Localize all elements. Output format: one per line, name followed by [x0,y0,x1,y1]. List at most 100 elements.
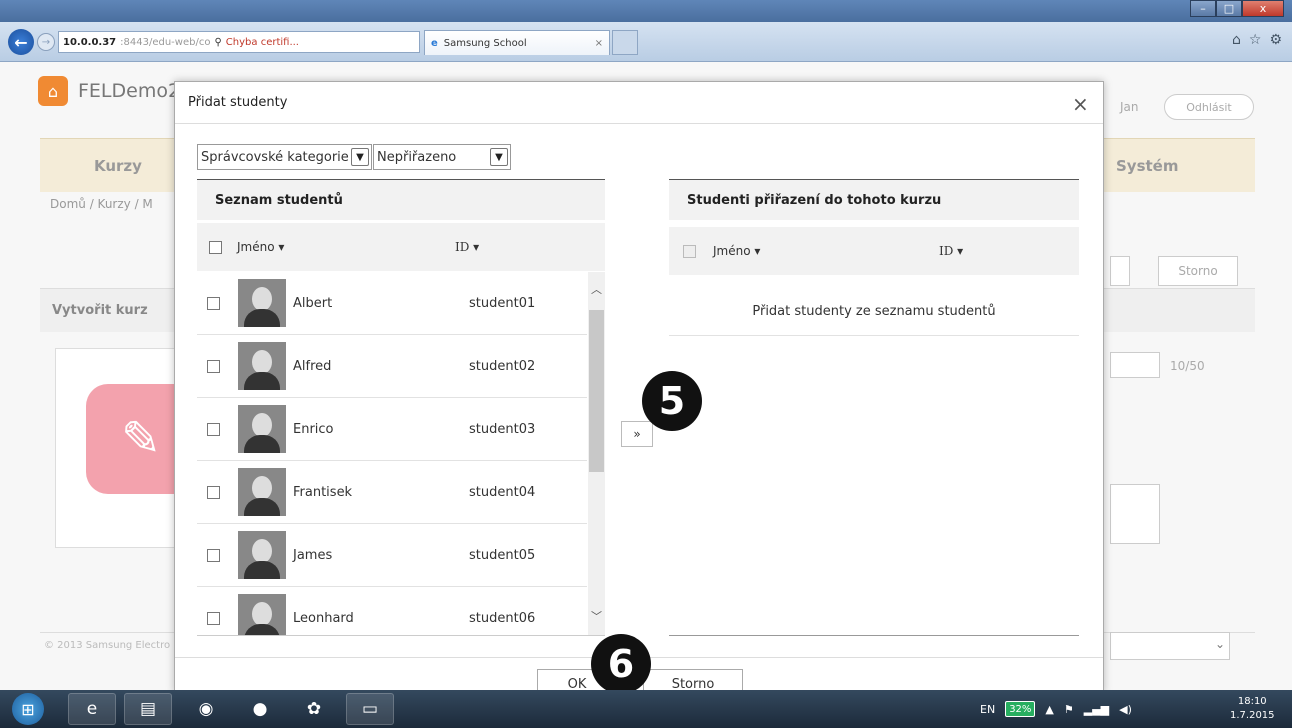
back-button[interactable]: ← [8,29,34,55]
student-checkbox[interactable] [207,423,220,436]
browser-tab[interactable]: e Samsung School × [424,30,610,55]
ie-icon: e [431,37,438,49]
windows-taskbar: ⊞ e ▤ ◉ ● ✿ ▭ EN 32% ▲ ⚑ ▂▄▆ ◀) 18:10 1.… [0,690,1292,728]
explorer-taskbar-icon[interactable]: ▤ [124,693,172,725]
menu-system[interactable]: Systém [1116,157,1178,175]
brand-name: FELDemo2 [78,80,181,102]
maximize-button[interactable]: □ [1216,0,1242,17]
copyright: © 2013 Samsung Electro [44,640,171,651]
student-id: student01 [469,296,536,311]
move-to-course-button[interactable]: » [621,421,653,447]
tab-close-icon[interactable]: × [595,38,603,49]
step-5-marker: 5 [642,371,702,431]
clock[interactable]: 18:10 1.7.2015 [1230,695,1275,723]
battery-indicator[interactable]: 32% [1005,701,1036,717]
media-player-taskbar-icon[interactable]: ✿ [290,693,338,725]
student-checkbox[interactable] [207,486,220,499]
id-column-header[interactable]: ID ▾ [939,244,963,258]
background-input [1110,352,1160,378]
student-row[interactable]: Frantisek student04 [197,461,587,524]
student-name: Alfred [293,359,332,374]
background-select: ⌄ [1110,632,1230,660]
left-panel-title: Seznam studentů [215,192,343,208]
new-tab-button[interactable] [612,30,638,55]
background-storno-button: Storno [1158,256,1238,286]
left-panel-bottom [197,635,605,636]
scrollbar-thumb[interactable] [589,310,604,472]
home-icon[interactable]: ⌂ [1232,32,1241,48]
tray-arrow-icon[interactable]: ▲ [1045,703,1053,716]
student-row[interactable]: Albert student01 [197,272,587,335]
section-title: Vytvořit kurz [52,303,148,318]
student-avatar [238,342,286,390]
student-row[interactable]: Alfred student02 [197,335,587,398]
student-row[interactable]: James student05 [197,524,587,587]
student-id: student02 [469,359,536,374]
tab-title: Samsung School [443,37,527,49]
student-checkbox[interactable] [207,297,220,310]
select-all-checkbox[interactable] [209,241,222,254]
forward-button[interactable]: → [37,33,55,51]
student-checkbox[interactable] [207,549,220,562]
student-name: Frantisek [293,485,353,500]
ie-taskbar-icon[interactable]: e [68,693,116,725]
window-taskbar-icon[interactable]: ▭ [346,693,394,725]
chevron-down-icon: ⌄ [1214,637,1225,651]
add-students-dialog: Přidat studenty × Správcovské kategorie … [174,81,1104,693]
chrome-taskbar-icon[interactable]: ◉ [182,693,230,725]
student-avatar [238,468,286,516]
student-checkbox[interactable] [207,360,220,373]
clock-time: 18:10 [1237,696,1267,707]
category-select[interactable]: Správcovské kategorie ▼ [197,144,372,170]
certificate-error[interactable]: Chyba certifi... [226,37,299,48]
name-column-header[interactable]: Jméno ▾ [713,244,760,258]
clock-date: 1.7.2015 [1230,710,1275,721]
close-icon[interactable]: × [1072,92,1089,116]
chevron-down-icon[interactable]: ▼ [490,148,508,166]
language-indicator[interactable]: EN [980,703,995,716]
right-panel-title: Studenti přiřazení do tohoto kurzu [687,192,942,208]
student-avatar [238,531,286,579]
student-row[interactable]: Leonhard student06 [197,587,587,636]
assignment-filter-select[interactable]: Nepřiřazeno ▼ [373,144,511,170]
student-checkbox[interactable] [207,612,220,625]
favorites-star-icon[interactable]: ☆ [1249,32,1262,48]
logout-button[interactable]: Odhlásit [1164,94,1254,120]
right-column-header: Jméno ▾ ID ▾ [669,227,1079,275]
student-id: student05 [469,548,536,563]
select-all-assigned-checkbox[interactable] [683,245,696,258]
chevron-up-icon[interactable]: ︿ [588,280,605,297]
system-tray: EN 32% ▲ ⚑ ▂▄▆ ◀) [980,690,1132,728]
name-column-header[interactable]: Jméno ▾ [237,240,284,254]
student-list: Albert student01 Alfred student02 Enrico… [197,272,605,636]
start-button[interactable]: ⊞ [12,693,44,725]
menu-courses[interactable]: Kurzy [94,157,142,175]
flag-icon[interactable]: ⚑ [1064,703,1074,716]
browser-toolbar: ← → 10.0.0.37 :8443/edu-web/co ⚲ Chyba c… [0,22,1292,62]
chevron-down-icon[interactable]: ﹀ [588,607,605,624]
browser-icons: ⌂ ☆ ⚙ [1232,32,1282,48]
course-image-box: ✎ [55,348,196,548]
student-name: Leonhard [293,611,354,626]
window-controls: – □ x [1190,0,1284,17]
window-close-button[interactable]: x [1242,0,1284,17]
id-column-header[interactable]: ID ▾ [455,240,479,254]
left-panel-header: Seznam studentů [197,180,605,220]
right-panel-header: Studenti přiřazení do tohoto kurzu [669,180,1079,220]
user-name: Jan [1120,100,1139,114]
list-scrollbar[interactable]: ︿ ﹀ [588,272,605,636]
background-button [1110,256,1130,286]
address-bar[interactable]: 10.0.0.37 :8443/edu-web/co ⚲ Chyba certi… [58,31,420,53]
volume-icon[interactable]: ◀) [1119,703,1132,716]
firefox-taskbar-icon[interactable]: ● [236,693,284,725]
chevron-down-icon[interactable]: ▼ [351,148,369,166]
search-icon[interactable]: ⚲ [214,37,221,48]
network-icon[interactable]: ▂▄▆ [1084,703,1109,716]
student-name: James [293,548,333,563]
minimize-button[interactable]: – [1190,0,1216,17]
student-row[interactable]: Enrico student03 [197,398,587,461]
gear-icon[interactable]: ⚙ [1269,32,1282,48]
app-logo-icon: ⌂ [38,76,68,106]
assignment-filter-value: Nepřiřazeno [377,149,457,165]
student-name: Enrico [293,422,334,437]
